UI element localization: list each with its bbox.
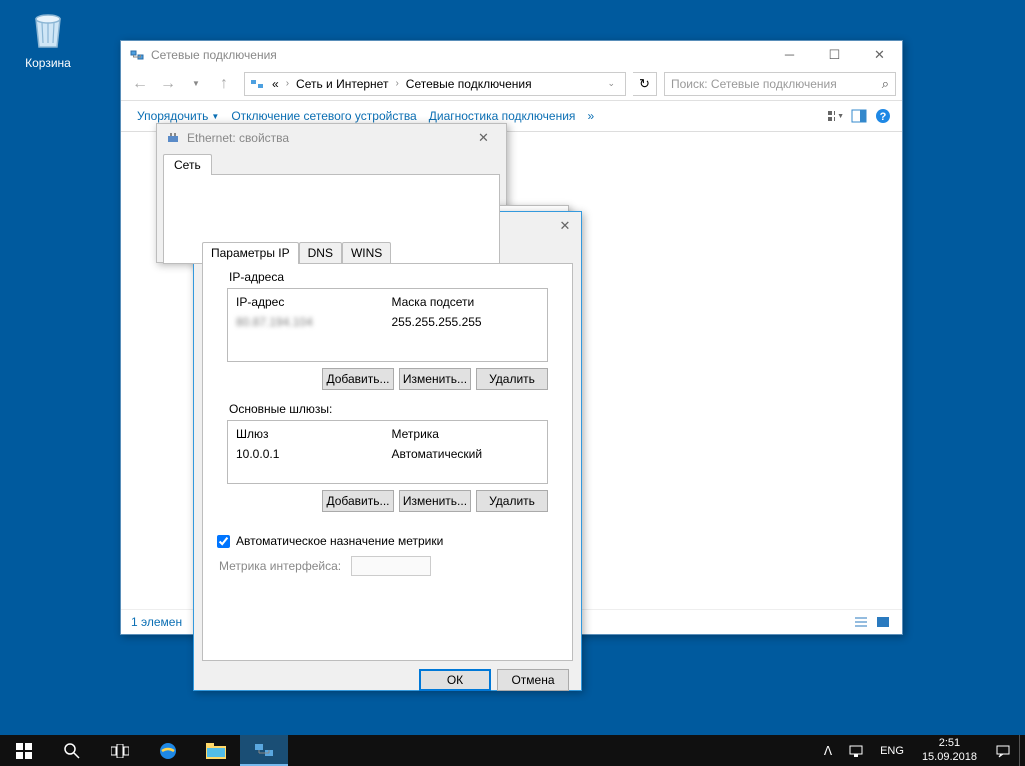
search-button[interactable] [48, 735, 96, 766]
breadcrumb[interactable]: « › Сеть и Интернет › Сетевые подключени… [244, 72, 626, 96]
auto-metric-row[interactable]: Автоматическое назначение метрики [217, 534, 558, 548]
cmd-diagnose[interactable]: Диагностика подключения [423, 109, 582, 123]
up-button[interactable]: ↑ [211, 71, 237, 97]
explorer-button[interactable] [192, 735, 240, 766]
tab-ip-params[interactable]: Параметры IP [202, 242, 299, 264]
recycle-bin-label: Корзина [10, 56, 86, 70]
ok-button[interactable]: ОК [419, 669, 491, 691]
recycle-bin[interactable]: Корзина [10, 5, 86, 70]
view-button[interactable]: ▼ [826, 107, 844, 125]
adapter-icon [165, 130, 181, 146]
forward-button[interactable]: → [155, 71, 181, 97]
tray-chevron[interactable]: ᐱ [816, 735, 840, 766]
gw-edit-button[interactable]: Изменить... [399, 490, 471, 512]
tabs: Параметры IP DNS WINS [202, 242, 573, 264]
tray-network-icon[interactable] [840, 735, 872, 766]
auto-metric-checkbox[interactable] [217, 535, 230, 548]
large-icons-button[interactable] [874, 613, 892, 631]
window-title: Сетевые подключения [151, 48, 277, 62]
gateway-value[interactable]: 10.0.0.1 [232, 443, 388, 465]
preview-pane-button[interactable] [850, 107, 868, 125]
col-header-ip: IP-адрес [232, 293, 388, 311]
control-panel-button[interactable] [240, 735, 288, 766]
ip-address-value[interactable]: 80.87.194.104 [232, 311, 388, 333]
gateways-list[interactable]: Шлюз 10.0.0.1 Метрика Автоматический [227, 420, 548, 484]
col-header-gateway: Шлюз [232, 425, 388, 443]
start-button[interactable] [0, 735, 48, 766]
taskbar: ᐱ ENG 2:51 15.09.2018 [0, 735, 1025, 766]
gw-add-button[interactable]: Добавить... [322, 490, 394, 512]
auto-metric-label: Автоматическое назначение метрики [236, 534, 443, 548]
tab-network[interactable]: Сеть [163, 154, 212, 175]
network-icon [129, 47, 145, 63]
search-icon: ⌕ [882, 76, 889, 92]
ip-addresses-list[interactable]: IP-адрес 80.87.194.104 Маска подсети 255… [227, 288, 548, 362]
gateways-group: Основные шлюзы: Шлюз 10.0.0.1 Метрика Ав… [217, 410, 558, 522]
tray-language[interactable]: ENG [872, 735, 912, 766]
show-desktop-button[interactable] [1019, 735, 1025, 766]
subnet-mask-value[interactable]: 255.255.255.255 [388, 311, 544, 333]
desktop: Корзина Сетевые подключения ─ ☐ ✕ ← → ▼ … [0, 0, 1025, 735]
ip-add-button[interactable]: Добавить... [322, 368, 394, 390]
interface-metric-label: Метрика интерфейса: [219, 559, 341, 573]
close-button[interactable]: ✕ [549, 212, 581, 239]
close-button[interactable]: ✕ [461, 124, 506, 151]
crumb-first[interactable]: « [269, 77, 282, 91]
minimize-button[interactable]: ─ [767, 41, 812, 68]
history-dropdown[interactable]: ▼ [183, 71, 209, 97]
nav-bar: ← → ▼ ↑ « › Сеть и Интернет › Сетевые по… [121, 68, 902, 100]
tcpip-advanced-dialog: Дополнительные параметры TCP/IP ✕ Параме… [193, 211, 582, 691]
action-center-button[interactable] [987, 735, 1019, 766]
panel-icon [249, 76, 265, 92]
ie-button[interactable] [144, 735, 192, 766]
interface-metric-input [351, 556, 431, 576]
search-placeholder: Поиск: Сетевые подключения [671, 77, 837, 91]
titlebar[interactable]: Ethernet: свойства ✕ [157, 124, 506, 151]
gw-delete-button[interactable]: Удалить [476, 490, 548, 512]
help-button[interactable]: ? [874, 107, 892, 125]
maximize-button[interactable]: ☐ [812, 41, 857, 68]
cmd-overflow[interactable]: » [581, 109, 600, 123]
chevron-down-icon: ▼ [211, 112, 219, 121]
tab-dns[interactable]: DNS [299, 242, 342, 264]
close-button[interactable]: ✕ [857, 41, 902, 68]
task-view-button[interactable] [96, 735, 144, 766]
svg-text:?: ? [880, 111, 887, 123]
group-label: IP-адреса [225, 270, 288, 284]
clock-date: 15.09.2018 [922, 751, 977, 764]
ip-addresses-group: IP-адреса IP-адрес 80.87.194.104 Маска п… [217, 278, 558, 400]
crumb-current[interactable]: Сетевые подключения [403, 77, 535, 91]
gateway-metric-value[interactable]: Автоматический [388, 443, 544, 465]
refresh-button[interactable]: ↻ [633, 72, 657, 96]
recycle-bin-icon [24, 5, 72, 53]
status-text: 1 элемен [131, 615, 182, 629]
col-header-mask: Маска подсети [388, 293, 544, 311]
search-input[interactable]: Поиск: Сетевые подключения ⌕ [664, 72, 896, 96]
breadcrumb-dropdown[interactable]: ⌄ [601, 78, 621, 89]
group-label: Основные шлюзы: [225, 402, 336, 416]
chevron-right-icon: › [282, 78, 293, 89]
ip-delete-button[interactable]: Удалить [476, 368, 548, 390]
ip-edit-button[interactable]: Изменить... [399, 368, 471, 390]
tray-clock[interactable]: 2:51 15.09.2018 [912, 737, 987, 763]
tab-panel-ip: IP-адреса IP-адрес 80.87.194.104 Маска п… [202, 263, 573, 661]
chevron-right-icon: › [391, 78, 402, 89]
cmd-organize[interactable]: Упорядочить▼ [131, 109, 225, 123]
window-title: Ethernet: свойства [187, 131, 289, 145]
cmd-disable[interactable]: Отключение сетевого устройства [225, 109, 422, 123]
clock-time: 2:51 [922, 737, 977, 750]
titlebar[interactable]: Сетевые подключения ─ ☐ ✕ [121, 41, 902, 68]
back-button[interactable]: ← [127, 71, 153, 97]
interface-metric-row: Метрика интерфейса: [217, 556, 558, 576]
cancel-button[interactable]: Отмена [497, 669, 569, 691]
col-header-metric: Метрика [388, 425, 544, 443]
crumb-root[interactable]: Сеть и Интернет [293, 77, 391, 91]
details-view-button[interactable] [852, 613, 870, 631]
tab-wins[interactable]: WINS [342, 242, 391, 264]
